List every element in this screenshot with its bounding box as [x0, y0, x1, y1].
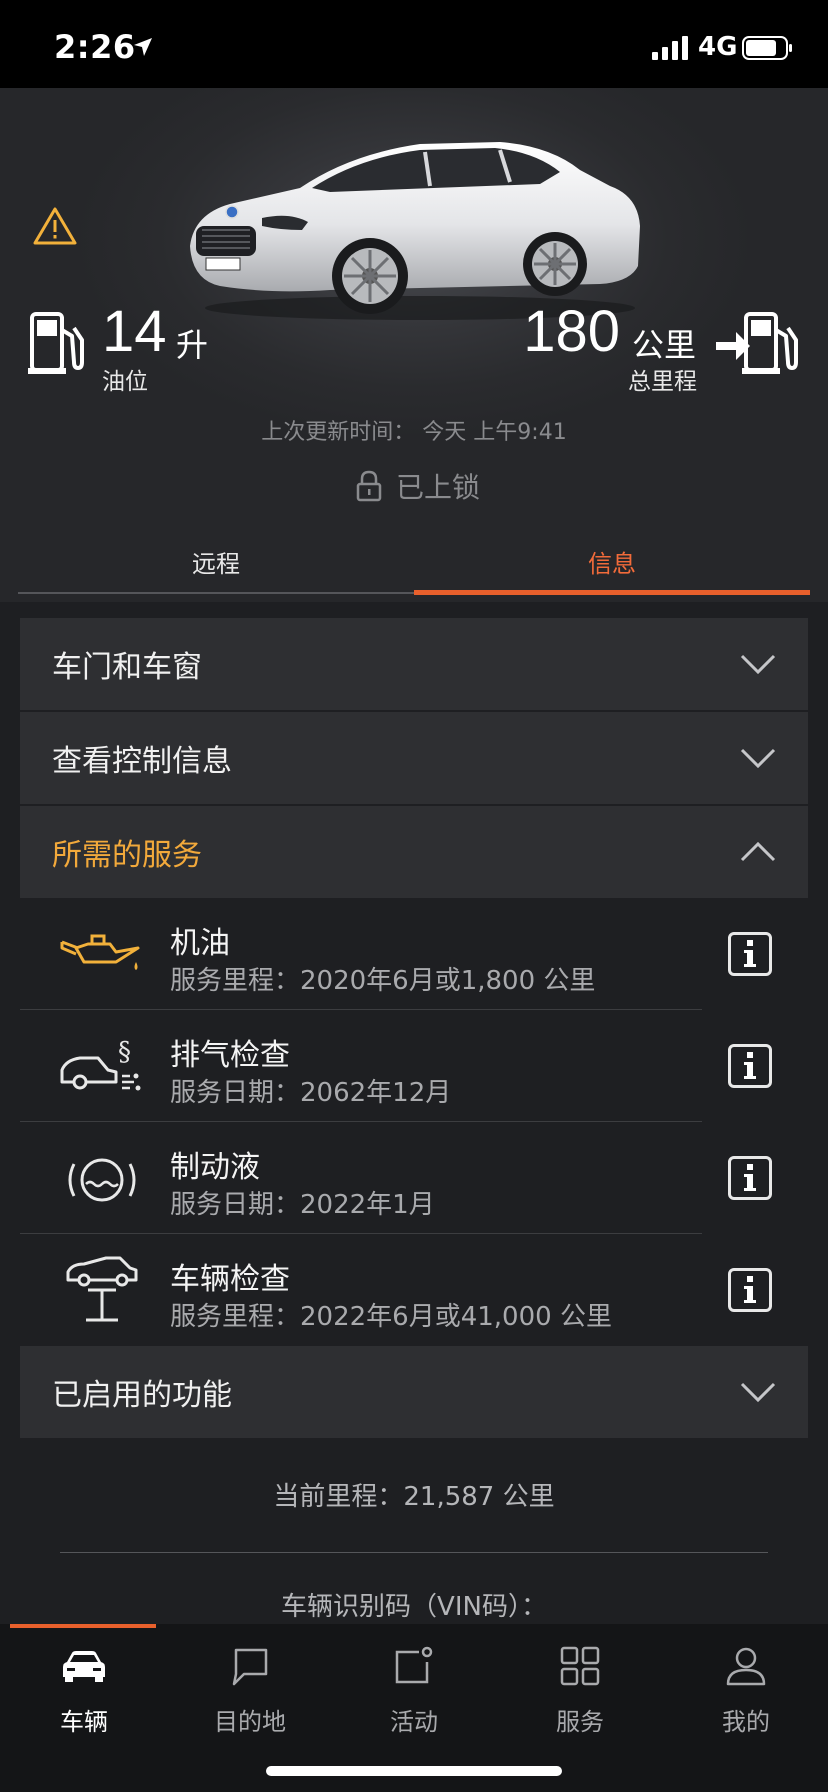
- range-fuel-arrow-icon: [716, 312, 798, 374]
- vin-label: 车辆识别码（VIN码）：: [281, 1592, 547, 1622]
- service-subtitle: 服务里程：2020年6月或1,800 公里: [170, 966, 596, 996]
- tab-info[interactable]: 信息: [414, 530, 810, 595]
- chevron-down-icon: [740, 748, 776, 769]
- lock-status: 已上锁: [356, 466, 480, 506]
- service-title: 制动液: [170, 1150, 260, 1185]
- info-button[interactable]: [728, 1044, 772, 1088]
- service-title: 排气检查: [170, 1038, 290, 1073]
- info-icon: [744, 1164, 756, 1191]
- range-value: 180: [523, 299, 620, 364]
- service-item-brake-fluid[interactable]: 制动液 服务日期：2022年1月: [20, 1122, 808, 1234]
- range-unit: 公里: [632, 326, 697, 364]
- nav-activity[interactable]: 活动: [354, 1638, 474, 1737]
- vehicle-hero: 14 升 油位 180 公里 总里程 上次更新时间： 今天 上午9:41 已上锁: [0, 88, 828, 602]
- enabled-features-section[interactable]: 已启用的功能: [20, 1346, 808, 1438]
- nav-label: 车辆: [60, 1708, 108, 1736]
- service-subtitle: 服务日期：2062年12月: [170, 1078, 452, 1108]
- nav-profile[interactable]: 我的: [686, 1638, 806, 1737]
- info-tabs: 远程 信息: [18, 530, 810, 595]
- chevron-down-icon: [740, 654, 776, 675]
- service-title: 机油: [170, 926, 230, 961]
- info-icon: [744, 940, 756, 967]
- service-subtitle: 服务里程：2022年6月或41,000 公里: [170, 1302, 612, 1332]
- nav-services[interactable]: 服务: [520, 1638, 640, 1737]
- svg-text:§: §: [118, 1037, 131, 1067]
- info-button[interactable]: [728, 1268, 772, 1312]
- nav-vehicle[interactable]: 车辆: [24, 1638, 144, 1737]
- fuel-level-value: 14: [102, 299, 167, 364]
- chevron-down-icon: [740, 1382, 776, 1403]
- service-item-vehicle-check[interactable]: 车辆检查 服务里程：2022年6月或41,000 公里: [20, 1234, 808, 1346]
- chevron-up-icon: [740, 841, 776, 862]
- range-label: 总里程: [628, 369, 697, 395]
- speech-bubble-icon: [232, 1648, 268, 1686]
- required-services-label: 所需的服务: [52, 838, 202, 873]
- network-type: 4G: [698, 32, 738, 62]
- grid-icon: [560, 1646, 600, 1686]
- service-subtitle: 服务日期：2022年1月: [170, 1190, 435, 1220]
- lock-status-label: 已上锁: [396, 471, 481, 504]
- status-bar: 2:26 4G: [0, 0, 828, 88]
- location-arrow-icon: [134, 38, 152, 56]
- warning-icon[interactable]: [32, 206, 78, 246]
- exhaust-inspection-icon: §: [60, 1037, 141, 1091]
- vehicle-image: [190, 142, 640, 320]
- notification-square-icon: [395, 1646, 433, 1684]
- home-indicator: [266, 1766, 562, 1776]
- fuel-level-label: 油位: [102, 369, 148, 395]
- nav-label: 服务: [556, 1708, 604, 1736]
- service-title: 车辆检查: [170, 1262, 290, 1297]
- last-updated-text: 上次更新时间： 今天 上午9:41: [261, 420, 567, 445]
- required-services-section[interactable]: 所需的服务: [20, 806, 808, 898]
- tab-remote[interactable]: 远程: [18, 530, 414, 592]
- brake-fluid-icon: [68, 1158, 136, 1202]
- cellular-signal-icon: [652, 36, 688, 60]
- check-control-label: 查看控制信息: [52, 744, 232, 779]
- nav-label: 我的: [722, 1708, 770, 1736]
- vehicle-inspection-icon: [66, 1256, 138, 1322]
- check-control-section[interactable]: 查看控制信息: [20, 712, 808, 804]
- nav-destinations[interactable]: 目的地: [190, 1638, 310, 1737]
- nav-label: 目的地: [214, 1708, 286, 1736]
- doors-windows-section[interactable]: 车门和车窗: [20, 618, 808, 710]
- info-icon: [744, 1052, 756, 1079]
- battery-icon: [742, 36, 792, 60]
- divider: [60, 1552, 768, 1553]
- current-mileage: 当前里程：21,587 公里: [273, 1482, 555, 1512]
- info-button[interactable]: [728, 1156, 772, 1200]
- car-icon: [63, 1651, 105, 1682]
- info-icon: [744, 1276, 756, 1303]
- service-item-oil[interactable]: 机油 服务里程：2020年6月或1,800 公里: [20, 898, 808, 1010]
- fuel-pump-icon: [28, 312, 84, 374]
- service-item-exhaust[interactable]: § 排气检查 服务日期：2062年12月: [20, 1010, 808, 1122]
- info-button[interactable]: [728, 932, 772, 976]
- nav-label: 活动: [390, 1708, 438, 1736]
- user-icon: [726, 1647, 766, 1686]
- oil-can-icon: [60, 934, 140, 970]
- active-tab-indicator: [10, 1624, 156, 1628]
- status-time: 2:26: [54, 28, 136, 66]
- doors-windows-label: 车门和车窗: [52, 650, 202, 685]
- fuel-level-unit: 升: [176, 326, 209, 364]
- enabled-features-label: 已启用的功能: [52, 1378, 232, 1413]
- padlock-icon: [356, 470, 382, 502]
